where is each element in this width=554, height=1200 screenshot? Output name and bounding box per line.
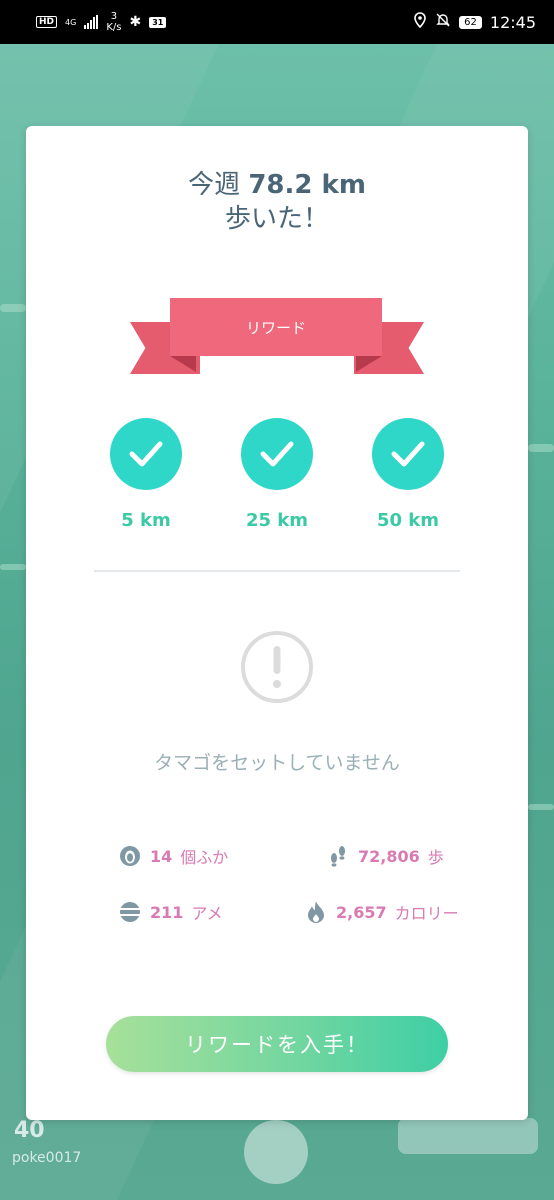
- status-bar: HD 4G 3 K/s ✱ 31 62 12:45: [0, 0, 554, 44]
- location-icon: [413, 12, 427, 32]
- flame-icon: [304, 900, 328, 924]
- milestone-5km: 5 km: [86, 418, 206, 531]
- network-type: 4G: [65, 17, 77, 27]
- stat-candy: 211 アメ: [118, 900, 223, 924]
- trainer-level: 40: [14, 1118, 45, 1143]
- no-egg-message: タマゴをセットしていません: [154, 752, 400, 774]
- footprints-icon: [326, 844, 350, 868]
- battery-icon: 62: [459, 15, 482, 29]
- bluetooth-icon: ✱: [129, 14, 142, 30]
- calendar-icon: 31: [149, 16, 167, 28]
- divider: [94, 570, 460, 572]
- milestone-50km: 50 km: [348, 418, 468, 531]
- stat-hatched: 14 個ふか: [118, 844, 228, 868]
- check-icon: [110, 418, 182, 490]
- stat-calories: 2,657 カロリー: [304, 900, 459, 924]
- muted-bell-icon: [435, 12, 451, 32]
- rewards-ribbon: リワード: [170, 298, 382, 356]
- check-icon: [372, 418, 444, 490]
- egg-icon: [118, 844, 142, 868]
- weekly-summary-card: 今週 78.2 km 歩いた！ リワード 5 km 25 km 50 km タマ…: [26, 126, 528, 1120]
- clock: 12:45: [489, 12, 536, 32]
- exclamation-icon: [240, 630, 314, 708]
- network-speed: 3 K/s: [106, 11, 122, 33]
- trainer-name: poke0017: [12, 1150, 82, 1166]
- milestone-25km: 25 km: [217, 418, 337, 531]
- stat-steps: 72,806 歩: [326, 844, 444, 868]
- get-reward-button[interactable]: リワードを入手！: [106, 1016, 448, 1072]
- milestone-label: 25 km: [245, 510, 309, 531]
- check-icon: [241, 418, 313, 490]
- milestone-label: 5 km: [121, 510, 171, 531]
- signal-icon: [84, 15, 99, 29]
- nearby-panel[interactable]: [398, 1118, 538, 1154]
- candy-icon: [118, 900, 142, 924]
- ribbon-label: リワード: [245, 318, 306, 337]
- weekly-distance-title: 今週 78.2 km 歩いた！: [188, 170, 366, 234]
- pokeball-button[interactable]: [244, 1120, 308, 1184]
- hd-indicator: HD: [36, 16, 58, 28]
- milestone-label: 50 km: [376, 510, 440, 531]
